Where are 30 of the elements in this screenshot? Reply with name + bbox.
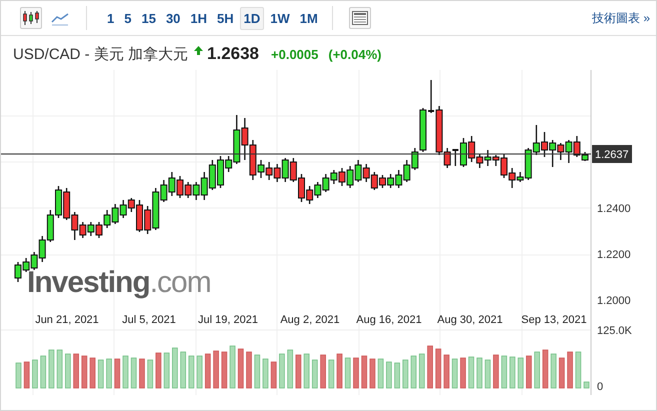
interval-button[interactable]: 1H [186, 6, 212, 30]
interval-button[interactable]: 5 [120, 6, 136, 30]
volume-axis-label: 0 [597, 381, 604, 393]
price-change: +0.0005 [271, 47, 318, 62]
date-axis-label: Jul 5, 2021 [122, 314, 176, 326]
instrument-name: USD/CAD - 美元 加拿大元 [13, 45, 188, 64]
percent-change: (+0.04%) [328, 47, 382, 62]
date-axis-label: Jul 19, 2021 [198, 314, 258, 326]
date-axis-label: Aug 30, 2021 [437, 314, 503, 326]
interval-button[interactable]: 15 [137, 6, 160, 30]
interval-button[interactable]: 1 [103, 6, 118, 30]
interval-button[interactable]: 1W [266, 6, 294, 30]
last-price: 1.2638 [207, 44, 260, 64]
interval-button[interactable]: 5H [213, 6, 238, 30]
date-axis-label: Sep 13, 2021 [521, 314, 587, 326]
current-price-label: 1.2637 [592, 145, 632, 163]
price-axis-label: 1.2200 [597, 249, 631, 261]
interval-button[interactable]: 1D [240, 6, 264, 30]
table-view-button[interactable] [348, 7, 371, 29]
investing-logo: Investing.com [27, 266, 211, 299]
interval-button[interactable]: 30 [162, 6, 184, 30]
interval-button[interactable]: 1M [296, 6, 322, 30]
technical-chart-link[interactable]: 技術圖表 » [592, 10, 650, 26]
price-axis-label: 1.2000 [597, 295, 631, 307]
volume-axis-label: 125.0K [597, 325, 632, 337]
date-axis-label: Aug 2, 2021 [280, 314, 340, 326]
date-axis-label: Jun 21, 2021 [35, 314, 99, 326]
price-axis-label: 1.2400 [597, 203, 631, 215]
date-axis-label: Aug 16, 2021 [356, 314, 422, 326]
candlestick-chart-button[interactable] [20, 7, 42, 29]
